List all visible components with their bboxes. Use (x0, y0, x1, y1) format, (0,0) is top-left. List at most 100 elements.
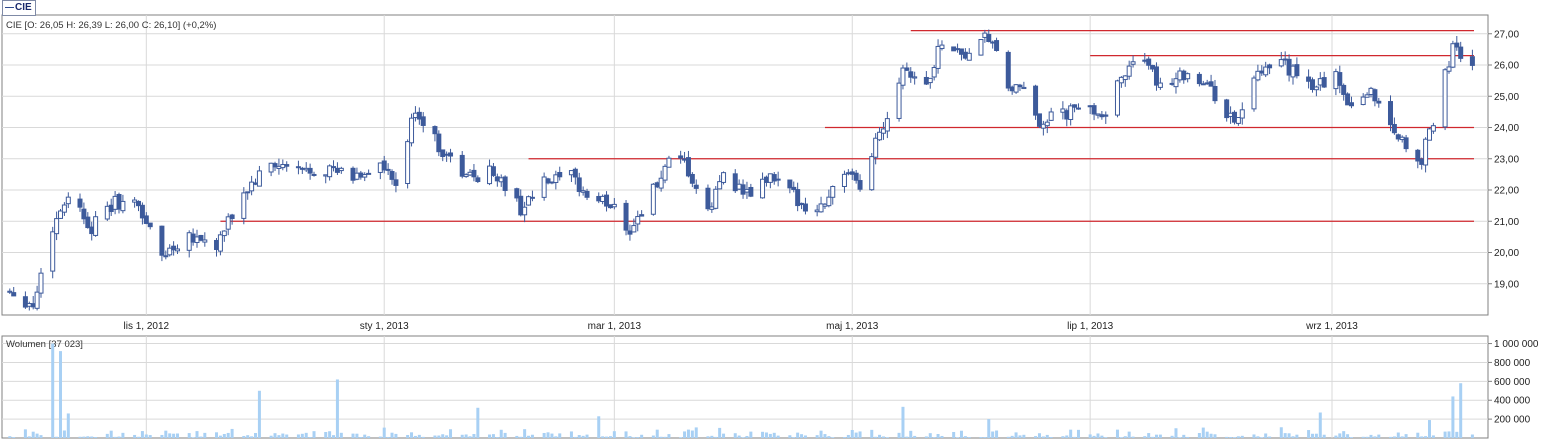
candle-body (362, 174, 368, 178)
volume-bar (1291, 436, 1295, 438)
volume-bar (788, 435, 792, 438)
volume-bar (667, 434, 671, 438)
volume-bar (987, 419, 991, 438)
volume-bar (764, 432, 768, 438)
candle-body (568, 170, 574, 176)
volume-y-tick-label: 1 000 000 (1494, 339, 1539, 350)
candle-body (931, 66, 937, 78)
volume-bar (254, 433, 258, 438)
volume-bar (378, 436, 382, 438)
volume-bar (273, 433, 277, 438)
volume-bar (495, 437, 499, 438)
candle-body (1391, 124, 1397, 134)
volume-bar (1115, 429, 1119, 438)
candle-body (760, 178, 766, 199)
volume-bar (199, 436, 203, 438)
candle-body (1395, 134, 1401, 140)
volume-bar (1178, 437, 1182, 438)
candle-body (147, 222, 153, 228)
volume-bar (523, 429, 527, 438)
candle-body (596, 195, 602, 202)
legend-tag-label: CIE (15, 2, 32, 13)
candle-body (295, 166, 301, 169)
candle-body (1091, 105, 1097, 115)
candle-body (1036, 113, 1042, 127)
volume-bar (636, 437, 640, 438)
candle-body (420, 116, 426, 126)
candle-body (1399, 136, 1405, 141)
legend-tag[interactable]: CIE (2, 0, 36, 16)
volume-bar (203, 432, 207, 438)
candle-body (635, 216, 641, 225)
volume-bar (527, 435, 531, 438)
volume-bar (819, 430, 823, 438)
volume-bar (160, 434, 164, 438)
candle-body (826, 196, 832, 207)
candle-body (845, 172, 851, 175)
candle-body (245, 191, 251, 194)
volume-bar (905, 436, 909, 438)
candle-body (459, 154, 465, 177)
volume-bar (1186, 436, 1190, 438)
volume-bar (1420, 436, 1424, 438)
volume-bar (1100, 435, 1104, 438)
candle-body (822, 203, 828, 207)
volume-bar (1170, 435, 1174, 438)
candle-body (857, 180, 863, 190)
candle-body (1068, 105, 1074, 120)
candle-body (955, 48, 961, 51)
candle-body (1333, 71, 1339, 90)
candle-body (1122, 75, 1128, 81)
candle-body (740, 184, 746, 195)
candle-body (1099, 114, 1105, 118)
candle-body (65, 196, 71, 205)
candle-body (986, 34, 992, 42)
candle-body (202, 239, 208, 243)
candle-body (795, 189, 801, 207)
candle-body (526, 196, 532, 206)
candle-body (908, 71, 914, 78)
candle-body (1387, 101, 1393, 126)
candle-body (198, 234, 204, 241)
volume-bar (1151, 436, 1155, 438)
candle-body (584, 190, 590, 198)
candle-body (713, 188, 719, 209)
candle-body (471, 169, 477, 178)
volume-bar (800, 434, 804, 438)
volume-bar (605, 436, 609, 438)
candle-body (11, 292, 17, 297)
volume-bar (1240, 435, 1244, 438)
volume-bar (1229, 437, 1233, 438)
candle-body (159, 225, 165, 256)
candle-body (1087, 105, 1093, 108)
volume-bar (846, 434, 850, 438)
candle-body (1321, 77, 1327, 88)
candle-body (1228, 112, 1234, 117)
volume-bar (94, 436, 98, 438)
volume-bar (1260, 437, 1264, 438)
volume-bar (733, 433, 737, 438)
volume-bar (722, 433, 726, 438)
volume-y-tick-label: 400 000 (1494, 396, 1531, 407)
volume-bar (410, 432, 414, 438)
candle-body (1294, 64, 1300, 77)
volume-bar (776, 435, 780, 438)
candle-body (280, 164, 286, 169)
volume-bar (417, 434, 421, 438)
candle-body (685, 157, 691, 177)
candle-body (389, 171, 395, 180)
candle-body (623, 202, 629, 231)
volume-bar (913, 435, 917, 438)
volume-bar (640, 434, 644, 438)
volume-bar (464, 434, 468, 438)
candle-body (229, 214, 235, 219)
volume-bar (359, 437, 363, 438)
volume-bar (569, 431, 573, 438)
volume-bar (878, 434, 882, 438)
candle-body (432, 126, 438, 135)
candle-body (951, 46, 957, 52)
volume-bar (449, 429, 453, 438)
volume-bar (1154, 434, 1158, 438)
volume-bar (55, 436, 59, 438)
volume-bar (363, 434, 367, 438)
